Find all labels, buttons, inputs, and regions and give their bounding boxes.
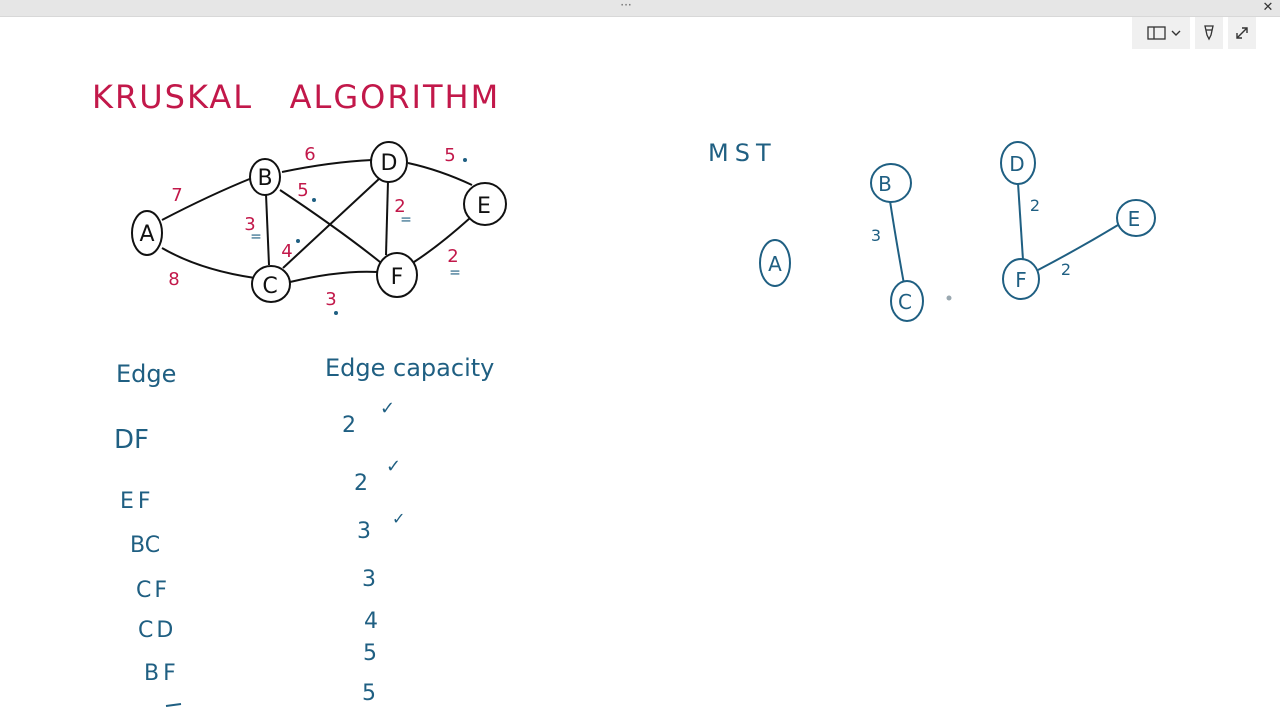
weight-d-e: 5 (444, 145, 455, 166)
mst-node-e: E (1128, 207, 1141, 231)
mark-b-c: = (250, 229, 262, 245)
row-4-capacity: 3 (362, 567, 376, 592)
weight-c-d: 4 (281, 241, 292, 262)
whiteboard-canvas[interactable]: KRUSKAL ALGORITHM A B C D E F 7 8 6 5 3 … (0, 17, 1280, 720)
mst-node-d: D (1009, 152, 1024, 176)
edge-d-f (385, 180, 389, 256)
table-header-edge: Edge (116, 360, 176, 388)
row-1-edge: DF (114, 425, 149, 455)
table-row: CF 3 (136, 567, 376, 603)
weight-e-f: 2 (447, 246, 458, 267)
table-row: BF 5 (144, 641, 377, 686)
weight-a-b: 7 (171, 185, 182, 206)
note-title: KRUSKAL ALGORITHM (92, 78, 500, 116)
table-row: DF 2 ✓ (114, 398, 395, 455)
mst-node-b: B (878, 172, 892, 196)
row-3-edge: BC (130, 533, 160, 558)
weight-b-d: 6 (304, 144, 315, 165)
weight-b-f: 5 (297, 180, 308, 201)
ink-dots (296, 158, 467, 315)
row-7-capacity: 5 (362, 681, 376, 706)
mark-d-f: = (400, 212, 412, 228)
weight-a-c: 8 (168, 269, 179, 290)
edge-b-c (265, 193, 270, 266)
mark-e-f: = (449, 265, 461, 281)
graph-node-c: C (262, 274, 277, 299)
mst-edge-e-f (1037, 224, 1119, 271)
row-1-check: ✓ (380, 398, 395, 419)
row-1-capacity: 2 (342, 413, 356, 438)
mst-edge-b-c (889, 200, 905, 285)
edge-c-f (289, 270, 379, 283)
pen-cursor-dot (946, 295, 952, 301)
mst-edge-d-f (1017, 182, 1024, 261)
row-6-capacity: 5 (363, 641, 377, 666)
mst-weight-d-f: 2 (1030, 196, 1040, 215)
table-header-capacity: Edge capacity (325, 354, 494, 382)
row-4-edge: CF (136, 578, 170, 603)
edge-b-f (279, 189, 381, 263)
table-row: CD 4 (138, 609, 378, 643)
row-7-edge-stroke (165, 703, 182, 707)
graph-node-e: E (477, 194, 491, 219)
row-2-edge: EF (120, 489, 155, 514)
graph-node-b: B (257, 166, 272, 191)
row-5-capacity: 4 (364, 609, 378, 634)
mst-edges (889, 182, 1119, 285)
mst-weight-b-c: 3 (871, 226, 881, 245)
row-2-check: ✓ (386, 456, 401, 477)
window-titlebar: ··· ✕ (0, 0, 1280, 17)
table-row: 5 (165, 681, 376, 707)
mst-node-f: F (1015, 268, 1027, 292)
drag-handle[interactable]: ··· (612, 0, 640, 14)
mst-node-c: C (898, 290, 912, 314)
row-3-check: ✓ (392, 509, 405, 528)
table-row: BC 3 ✓ (130, 509, 405, 558)
row-3-capacity: 3 (357, 519, 371, 544)
mst-node-circles (759, 141, 1156, 322)
close-icon: ✕ (1262, 0, 1274, 15)
weight-c-f: 3 (325, 289, 336, 310)
graph-node-f: F (391, 265, 404, 290)
mst-label: MST (708, 139, 777, 167)
graph-node-a: A (139, 222, 154, 247)
edge-e-f (413, 217, 471, 263)
mst-weight-e-f: 2 (1061, 260, 1071, 279)
row-6-edge: BF (144, 661, 180, 686)
edge-d-e (407, 162, 473, 186)
graph-edges (161, 159, 473, 283)
row-2-capacity: 2 (354, 471, 368, 496)
row-5-edge: CD (138, 618, 176, 643)
mst-node-a: A (768, 252, 782, 276)
table-row: EF 2 ✓ (120, 456, 401, 514)
close-button[interactable]: ✕ (1260, 0, 1276, 16)
graph-node-d: D (381, 151, 398, 176)
edge-b-d (281, 159, 373, 173)
